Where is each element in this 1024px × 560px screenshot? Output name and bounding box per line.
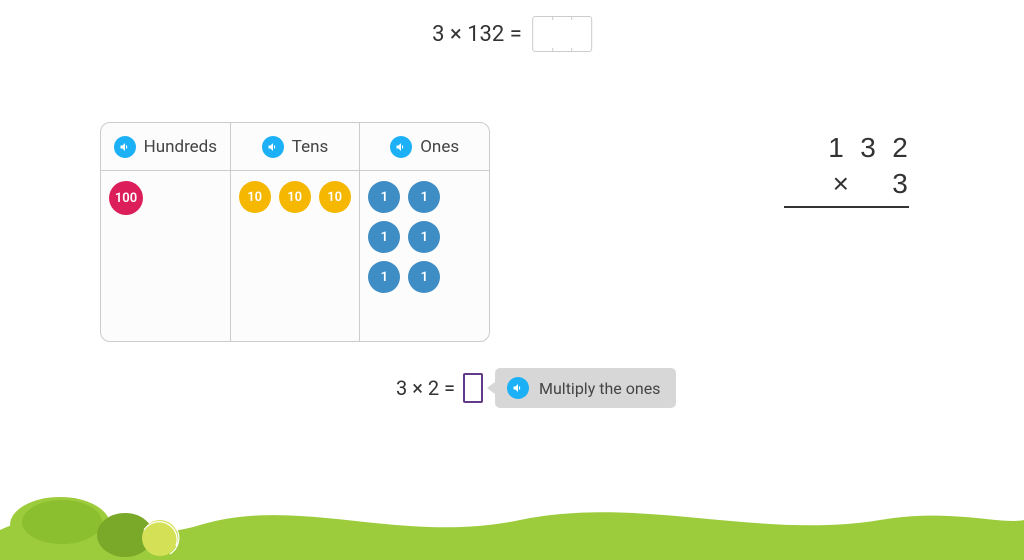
digit: 3	[859, 132, 877, 164]
hint-text: Multiply the ones	[539, 379, 660, 398]
equation-text: 3 × 132 =	[432, 22, 522, 47]
step-row: 3 × 2 = Multiply the ones	[396, 368, 676, 408]
pv-col-hundreds: 100	[101, 171, 231, 341]
digit: 2	[891, 132, 909, 164]
hundred-disc: 100	[109, 181, 143, 215]
answer-input-main[interactable]	[532, 16, 592, 52]
step-expression: 3 × 2 =	[396, 376, 455, 400]
pv-header-ones: Ones	[360, 123, 489, 171]
place-value-table: Hundreds Tens Ones 100 10 10 10	[100, 122, 490, 342]
ten-disc: 10	[239, 181, 271, 213]
one-disc: 1	[408, 261, 440, 293]
equals-bar	[784, 206, 909, 208]
one-disc: 1	[368, 261, 400, 293]
tens-label: Tens	[292, 137, 329, 157]
ten-disc: 10	[319, 181, 351, 213]
pv-header-tens: Tens	[231, 123, 361, 171]
one-disc: 1	[368, 181, 400, 213]
ones-label: Ones	[420, 137, 459, 157]
multiply-sign: ×	[833, 168, 849, 200]
pv-header-hundreds: Hundreds	[101, 123, 231, 171]
pv-body-row: 100 10 10 10 1 1 1 1 1 1	[101, 171, 489, 341]
hint-bubble: Multiply the ones	[495, 368, 676, 408]
one-disc: 1	[368, 221, 400, 253]
speaker-icon[interactable]	[390, 136, 412, 158]
one-disc: 1	[408, 181, 440, 213]
pv-col-tens: 10 10 10	[231, 171, 361, 341]
answer-input-step[interactable]	[463, 373, 483, 403]
top-equation: 3 × 132 =	[432, 16, 592, 52]
grass-footer	[0, 470, 1024, 560]
speaker-icon[interactable]	[507, 377, 529, 399]
one-disc: 1	[408, 221, 440, 253]
step-equation: 3 × 2 =	[396, 373, 483, 403]
speaker-icon[interactable]	[114, 136, 136, 158]
ten-disc: 10	[279, 181, 311, 213]
hundreds-label: Hundreds	[144, 137, 217, 157]
pv-header-row: Hundreds Tens Ones	[101, 123, 489, 171]
vertical-multiplication: 1 3 2 × 3	[784, 130, 909, 208]
digit: 1	[827, 132, 845, 164]
speaker-icon[interactable]	[262, 136, 284, 158]
digit: 3	[891, 168, 909, 200]
pv-col-ones: 1 1 1 1 1 1	[360, 171, 489, 341]
